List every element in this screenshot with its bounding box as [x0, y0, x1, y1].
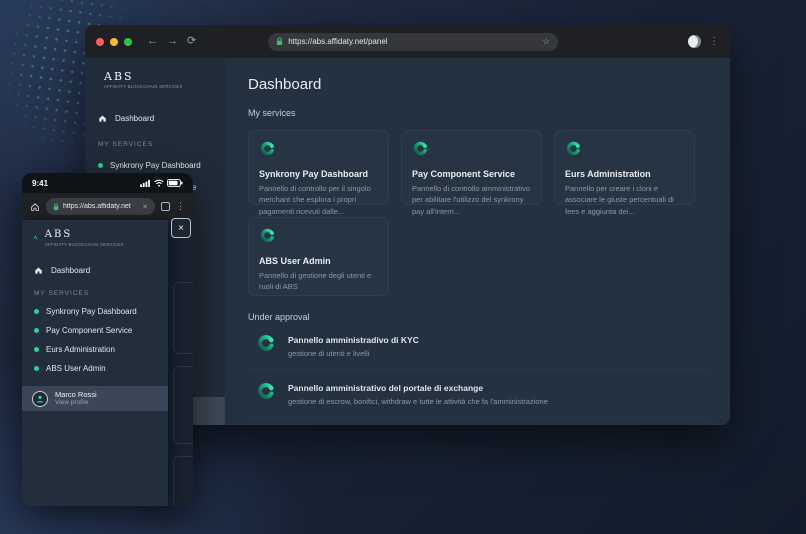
card-description: Pannello di controllo amministrativo per…: [412, 184, 530, 216]
sidebar-item-dashboard[interactable]: Dashboard: [85, 114, 225, 123]
dimmed-card-outline: [173, 282, 193, 354]
mobile-menu-item-eurs-administration[interactable]: Eurs Administration: [22, 345, 168, 354]
card-title: Pay Component Service: [412, 169, 516, 179]
window-close-traffic-light[interactable]: [96, 37, 104, 46]
window-zoom-traffic-light[interactable]: [124, 37, 132, 46]
url-text: https://abs.affidaty.net/panel: [288, 37, 388, 46]
under-approval-section-label: Under approval: [248, 312, 310, 322]
drawer-close-button[interactable]: ×: [171, 218, 191, 238]
my-services-section-label: My services: [248, 108, 296, 118]
service-swirl-icon: [260, 141, 274, 156]
logo-subtitle: AFFIDATY BLOCKCHAIN SERVICES: [44, 243, 124, 248]
service-card-eurs-administration[interactable]: Eurs Administration Pannello per creare …: [554, 130, 695, 216]
approval-item-exchange[interactable]: Pannello amministrativo del portale di e…: [248, 370, 708, 418]
reload-icon[interactable]: ⟳: [187, 36, 196, 47]
abs-logo: ABS AFFIDATY BLOCKCHAIN SERVICES: [85, 58, 225, 91]
service-swirl-icon: [258, 383, 274, 399]
service-dot-icon: [34, 347, 39, 352]
url-clear-icon[interactable]: ✕: [142, 203, 148, 211]
card-title: Eurs Administration: [565, 169, 651, 179]
approval-title: Pannello amministradivo di KYC: [288, 335, 419, 345]
service-swirl-icon: [260, 228, 274, 243]
abs-logo-mark-icon: [33, 235, 38, 240]
service-dot-icon: [34, 366, 39, 371]
mobile-menu-item-label: ABS User Admin: [46, 364, 106, 373]
mobile-menu-item-pay-component-service[interactable]: Pay Component Service: [22, 326, 168, 335]
service-dot-icon: [34, 309, 39, 314]
sidebar-item-label: Synkrony Pay Dashboard: [110, 161, 201, 170]
approval-title: Pannello amministrativo del portale di e…: [288, 383, 484, 393]
logo-name: ABS: [104, 70, 134, 83]
approval-subtitle: gestione di utenti e livelli: [288, 349, 370, 358]
battery-icon: [167, 179, 183, 187]
service-card-abs-user-admin[interactable]: ABS User Admin Pannello di gestione degl…: [248, 217, 389, 296]
service-swirl-icon: [258, 335, 274, 351]
logo-name: ABS: [44, 229, 73, 240]
card-description: Pannello per creare i cloni e associare …: [565, 184, 674, 216]
forward-icon[interactable]: →: [167, 36, 178, 47]
card-description: Pannello di gestione degli utenti e ruol…: [259, 271, 372, 292]
profile-view-link[interactable]: View profile: [55, 399, 97, 407]
address-bar[interactable]: https://abs.affidaty.net/panel ☆: [268, 32, 559, 51]
mobile-menu-item-label: Pay Component Service: [46, 326, 133, 335]
person-icon: [36, 395, 44, 402]
logo-subtitle: AFFIDATY BLOCKCHAIN SERVICES: [104, 85, 183, 90]
lock-icon: [277, 37, 283, 45]
mobile-page: ABS AFFIDATY BLOCKCHAIN SERVICES Dashboa…: [22, 218, 193, 506]
home-icon: [35, 267, 42, 274]
service-card-pay-component-service[interactable]: Pay Component Service Pannello di contro…: [401, 130, 542, 216]
mobile-url-text: https://abs.affidaty.net: [63, 203, 131, 210]
mobile-menu-icon[interactable]: ⋮: [176, 201, 185, 212]
mobile-menu-section-label: MY SERVICES: [34, 290, 90, 297]
mobile-browser-bar: https://abs.affidaty.net ✕ ⋮: [22, 193, 193, 220]
dimmed-card-outline: [173, 456, 193, 506]
sidebar-section-label: MY SERVICES: [98, 141, 154, 148]
card-title: ABS User Admin: [259, 256, 331, 266]
mobile-menu-item-label: Dashboard: [51, 266, 91, 275]
service-card-synkrony-pay-dashboard[interactable]: Synkrony Pay Dashboard Pannello di contr…: [248, 130, 389, 216]
browser-menu-icon[interactable]: ⋮: [709, 36, 719, 47]
sidebar-item-synkrony-pay-dashboard[interactable]: Synkrony Pay Dashboard: [85, 161, 225, 170]
service-swirl-icon: [566, 141, 580, 156]
mobile-menu-drawer: ABS AFFIDATY BLOCKCHAIN SERVICES Dashboa…: [22, 220, 168, 506]
page-title: Dashboard: [248, 76, 322, 93]
mobile-profile-row[interactable]: Marco Rossi View profile: [22, 386, 168, 411]
card-description: Pannello di controllo per il singolo mer…: [259, 184, 371, 216]
card-title: Synkrony Pay Dashboard: [259, 169, 369, 179]
mobile-phone-window: 9:41 https://abs.affidaty.net ✕ ⋮ ABS AF…: [22, 173, 193, 506]
mobile-status-bar: 9:41: [22, 173, 193, 193]
sidebar-item-label: Dashboard: [115, 114, 155, 123]
home-icon[interactable]: [30, 202, 40, 212]
approval-item-kyc[interactable]: Pannello amministradivo di KYC gestione …: [248, 322, 708, 370]
service-swirl-icon: [413, 141, 427, 156]
profile-name: Marco Rossi: [55, 390, 97, 400]
approval-subtitle: gestione di escrow, bonifici, withdraw e…: [288, 397, 548, 406]
back-icon[interactable]: ←: [147, 36, 158, 47]
profile-avatar: [32, 390, 48, 407]
mobile-menu-item-label: Synkrony Pay Dashboard: [46, 307, 137, 316]
mobile-menu-item-dashboard[interactable]: Dashboard: [22, 266, 168, 275]
lock-icon: [53, 203, 59, 210]
close-icon: ×: [178, 222, 184, 234]
abs-logo: ABS AFFIDATY BLOCKCHAIN SERVICES: [22, 230, 168, 249]
cellular-signal-icon: [140, 179, 150, 187]
home-icon: [99, 115, 106, 122]
window-minimize-traffic-light[interactable]: [110, 37, 118, 46]
bookmark-star-icon[interactable]: ☆: [542, 36, 550, 47]
wifi-icon: [154, 179, 164, 187]
mobile-menu-item-label: Eurs Administration: [46, 345, 115, 354]
browser-profile-avatar[interactable]: [688, 35, 701, 48]
mobile-menu-item-abs-user-admin[interactable]: ABS User Admin: [22, 364, 168, 373]
browser-chrome-bar: ← → ⟳ https://abs.affidaty.net/panel ☆ ⋮: [85, 25, 730, 58]
dimmed-card-outline: [173, 366, 193, 444]
service-dot-icon: [34, 328, 39, 333]
status-time: 9:41: [32, 178, 49, 188]
tab-switcher-icon[interactable]: [161, 202, 170, 211]
mobile-menu-item-synkrony-pay-dashboard[interactable]: Synkrony Pay Dashboard: [22, 307, 168, 316]
dashboard-main: Dashboard My services Synkrony Pay Dashb…: [225, 58, 730, 425]
service-dot-icon: [98, 163, 103, 168]
mobile-address-bar[interactable]: https://abs.affidaty.net ✕: [46, 198, 155, 215]
